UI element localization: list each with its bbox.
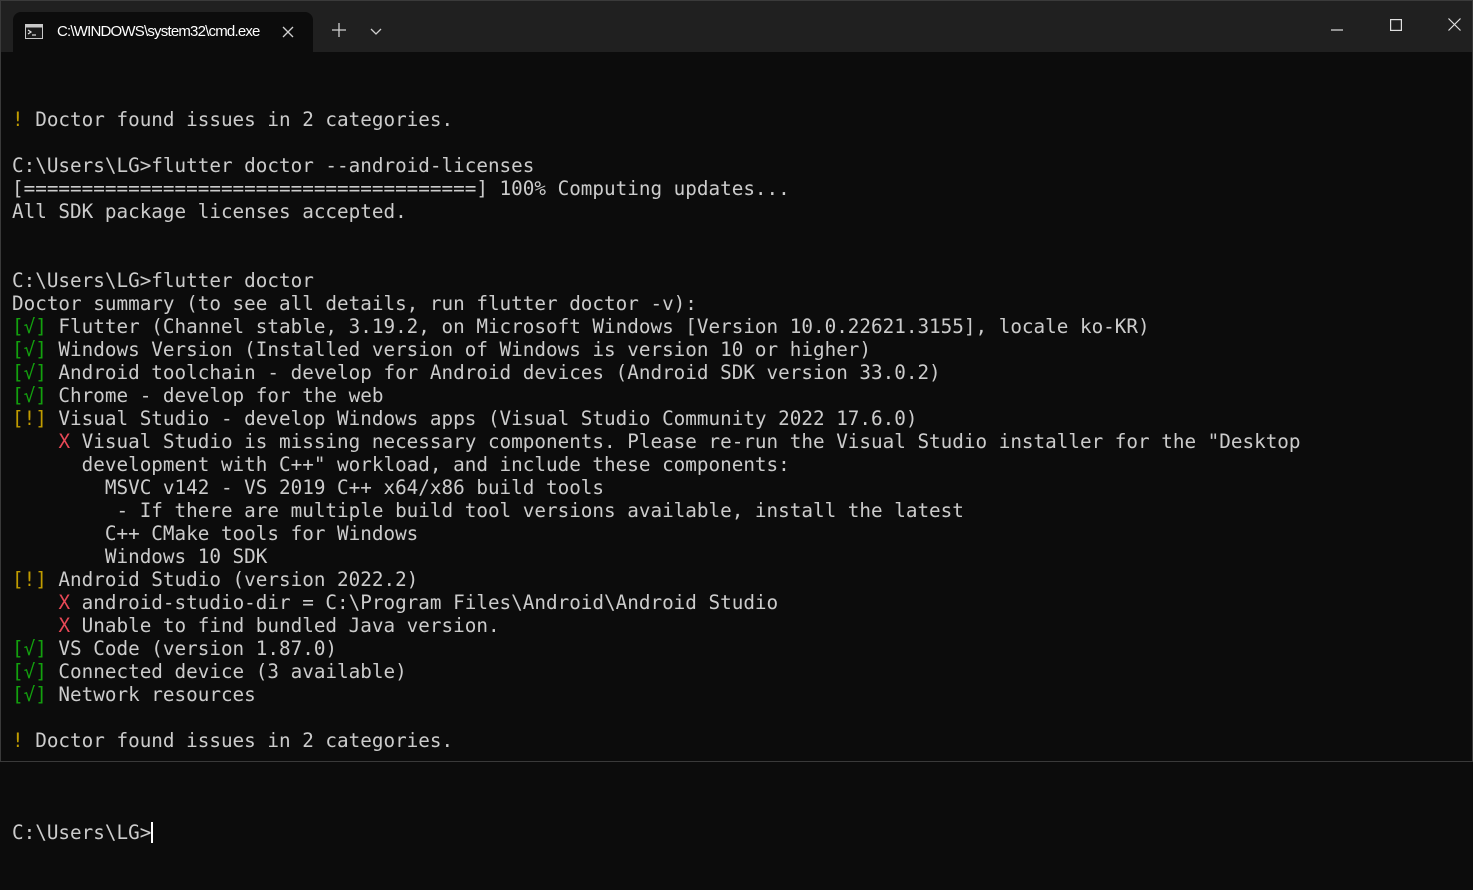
status-warning: ! [12, 108, 36, 131]
output-text: C++ CMake tools for Windows [12, 522, 419, 545]
output-line: [!] Android Studio (version 2022.2) [12, 568, 1473, 591]
profile-dropdown-button[interactable] [360, 16, 392, 48]
output-line: X Unable to find bundled Java version. [12, 614, 1473, 637]
output-line: Doctor summary (to see all details, run … [12, 292, 1473, 315]
output-text: Connected device (3 available) [46, 660, 407, 683]
status-ok: [√] [12, 637, 47, 660]
tab-title: C:\WINDOWS\system32\cmd.exe [57, 23, 260, 40]
output-line: C++ CMake tools for Windows [12, 522, 1473, 545]
terminal-window: C:\WINDOWS\system32\cmd.exe ! Doctor fou… [0, 0, 1473, 844]
output-text: Flutter (Channel stable, 3.19.2, on Micr… [46, 315, 1150, 338]
maximize-icon [1390, 18, 1403, 36]
output-text: Windows Version (Installed version of Wi… [46, 338, 872, 361]
output-text: - If there are multiple build tool versi… [12, 499, 964, 522]
text-cursor [151, 822, 154, 843]
status-ok: [√] [12, 315, 47, 338]
output-line: All SDK package licenses accepted. [12, 200, 1473, 223]
output-text: Android Studio (version 2022.2) [46, 568, 419, 591]
output-line: ! Doctor found issues in 2 categories. [12, 108, 1473, 131]
tab-cmd[interactable]: C:\WINDOWS\system32\cmd.exe [13, 12, 313, 52]
output-text: Doctor found issues in 2 categories. [35, 729, 454, 752]
output-line: ! Doctor found issues in 2 categories. [12, 729, 1473, 752]
output-text: Visual Studio - develop Windows apps (Vi… [46, 407, 918, 430]
prompt-line[interactable]: C:\Users\LG> [12, 821, 1473, 844]
status-error: X [58, 614, 71, 637]
status-error: X [58, 591, 71, 614]
status-ok: [√] [12, 361, 47, 384]
output-line: [√] Windows Version (Installed version o… [12, 338, 1473, 361]
output-line: [√] VS Code (version 1.87.0) [12, 637, 1473, 660]
output-text: Windows 10 SDK [12, 545, 268, 568]
status-warning: [!] [12, 407, 47, 430]
output-text: Network resources [46, 683, 256, 706]
output-text: C:\Users\LG>flutter doctor --android-lic… [12, 154, 535, 177]
output-line: X android-studio-dir = C:\Program Files\… [12, 591, 1473, 614]
status-warning: ! [12, 729, 36, 752]
status-ok: [√] [12, 384, 47, 407]
chevron-down-icon [370, 23, 382, 41]
output-text: Doctor found issues in 2 categories. [35, 108, 454, 131]
close-window-button[interactable] [1425, 1, 1473, 52]
output-line: [√] Chrome - develop for the web [12, 384, 1473, 407]
terminal-output[interactable]: ! Doctor found issues in 2 categories. C:… [1, 52, 1473, 844]
close-icon [1447, 17, 1461, 36]
output-line: MSVC v142 - VS 2019 C++ x64/x86 build to… [12, 476, 1473, 499]
maximize-button[interactable] [1367, 1, 1425, 52]
prompt-text: C:\Users\LG> [12, 821, 152, 844]
output-text: development with C++" workload, and incl… [12, 453, 790, 476]
output-text: Chrome - develop for the web [46, 384, 384, 407]
output-line: [!] Visual Studio - develop Windows apps… [12, 407, 1473, 430]
output-line: [√] Connected device (3 available) [12, 660, 1473, 683]
output-text: VS Code (version 1.87.0) [46, 637, 338, 660]
output-line: C:\Users\LG>flutter doctor --android-lic… [12, 154, 1473, 177]
output-text: [=======================================… [12, 177, 790, 200]
minimize-button[interactable] [1308, 1, 1366, 52]
output-text: All SDK package licenses accepted. [12, 200, 407, 223]
output-line: [√] Flutter (Channel stable, 3.19.2, on … [12, 315, 1473, 338]
output-line: [√] Network resources [12, 683, 1473, 706]
status-warning: [!] [12, 568, 47, 591]
output-text: Visual Studio is missing necessary compo… [70, 430, 1301, 453]
output-line: X Visual Studio is missing necessary com… [12, 430, 1473, 453]
output-line: development with C++" workload, and incl… [12, 453, 1473, 476]
status-ok: [√] [12, 660, 47, 683]
tab-close-icon[interactable] [279, 23, 297, 41]
output-text: Android toolchain - develop for Android … [46, 361, 941, 384]
output-text: C:\Users\LG>flutter doctor [12, 269, 314, 292]
output-line: [=======================================… [12, 177, 1473, 200]
plus-icon [332, 22, 346, 42]
output-text: Unable to find bundled Java version. [70, 614, 500, 637]
output-text: android-studio-dir = C:\Program Files\An… [70, 591, 779, 614]
status-ok: [√] [12, 338, 47, 361]
status-ok: [√] [12, 683, 47, 706]
minimize-icon [1331, 18, 1343, 36]
output-line: C:\Users\LG>flutter doctor [12, 269, 1473, 292]
output-line: - If there are multiple build tool versi… [12, 499, 1473, 522]
cmd-prompt-icon [25, 24, 43, 39]
output-text: MSVC v142 - VS 2019 C++ x64/x86 build to… [12, 476, 605, 499]
new-tab-button[interactable] [323, 16, 355, 48]
output-lines: ! Doctor found issues in 2 categories. C:… [12, 108, 1473, 775]
output-text: Doctor summary (to see all details, run … [12, 292, 697, 315]
status-error: X [58, 430, 71, 453]
output-line: [√] Android toolchain - develop for Andr… [12, 361, 1473, 384]
title-bar: C:\WINDOWS\system32\cmd.exe [1, 1, 1472, 52]
output-line: Windows 10 SDK [12, 545, 1473, 568]
